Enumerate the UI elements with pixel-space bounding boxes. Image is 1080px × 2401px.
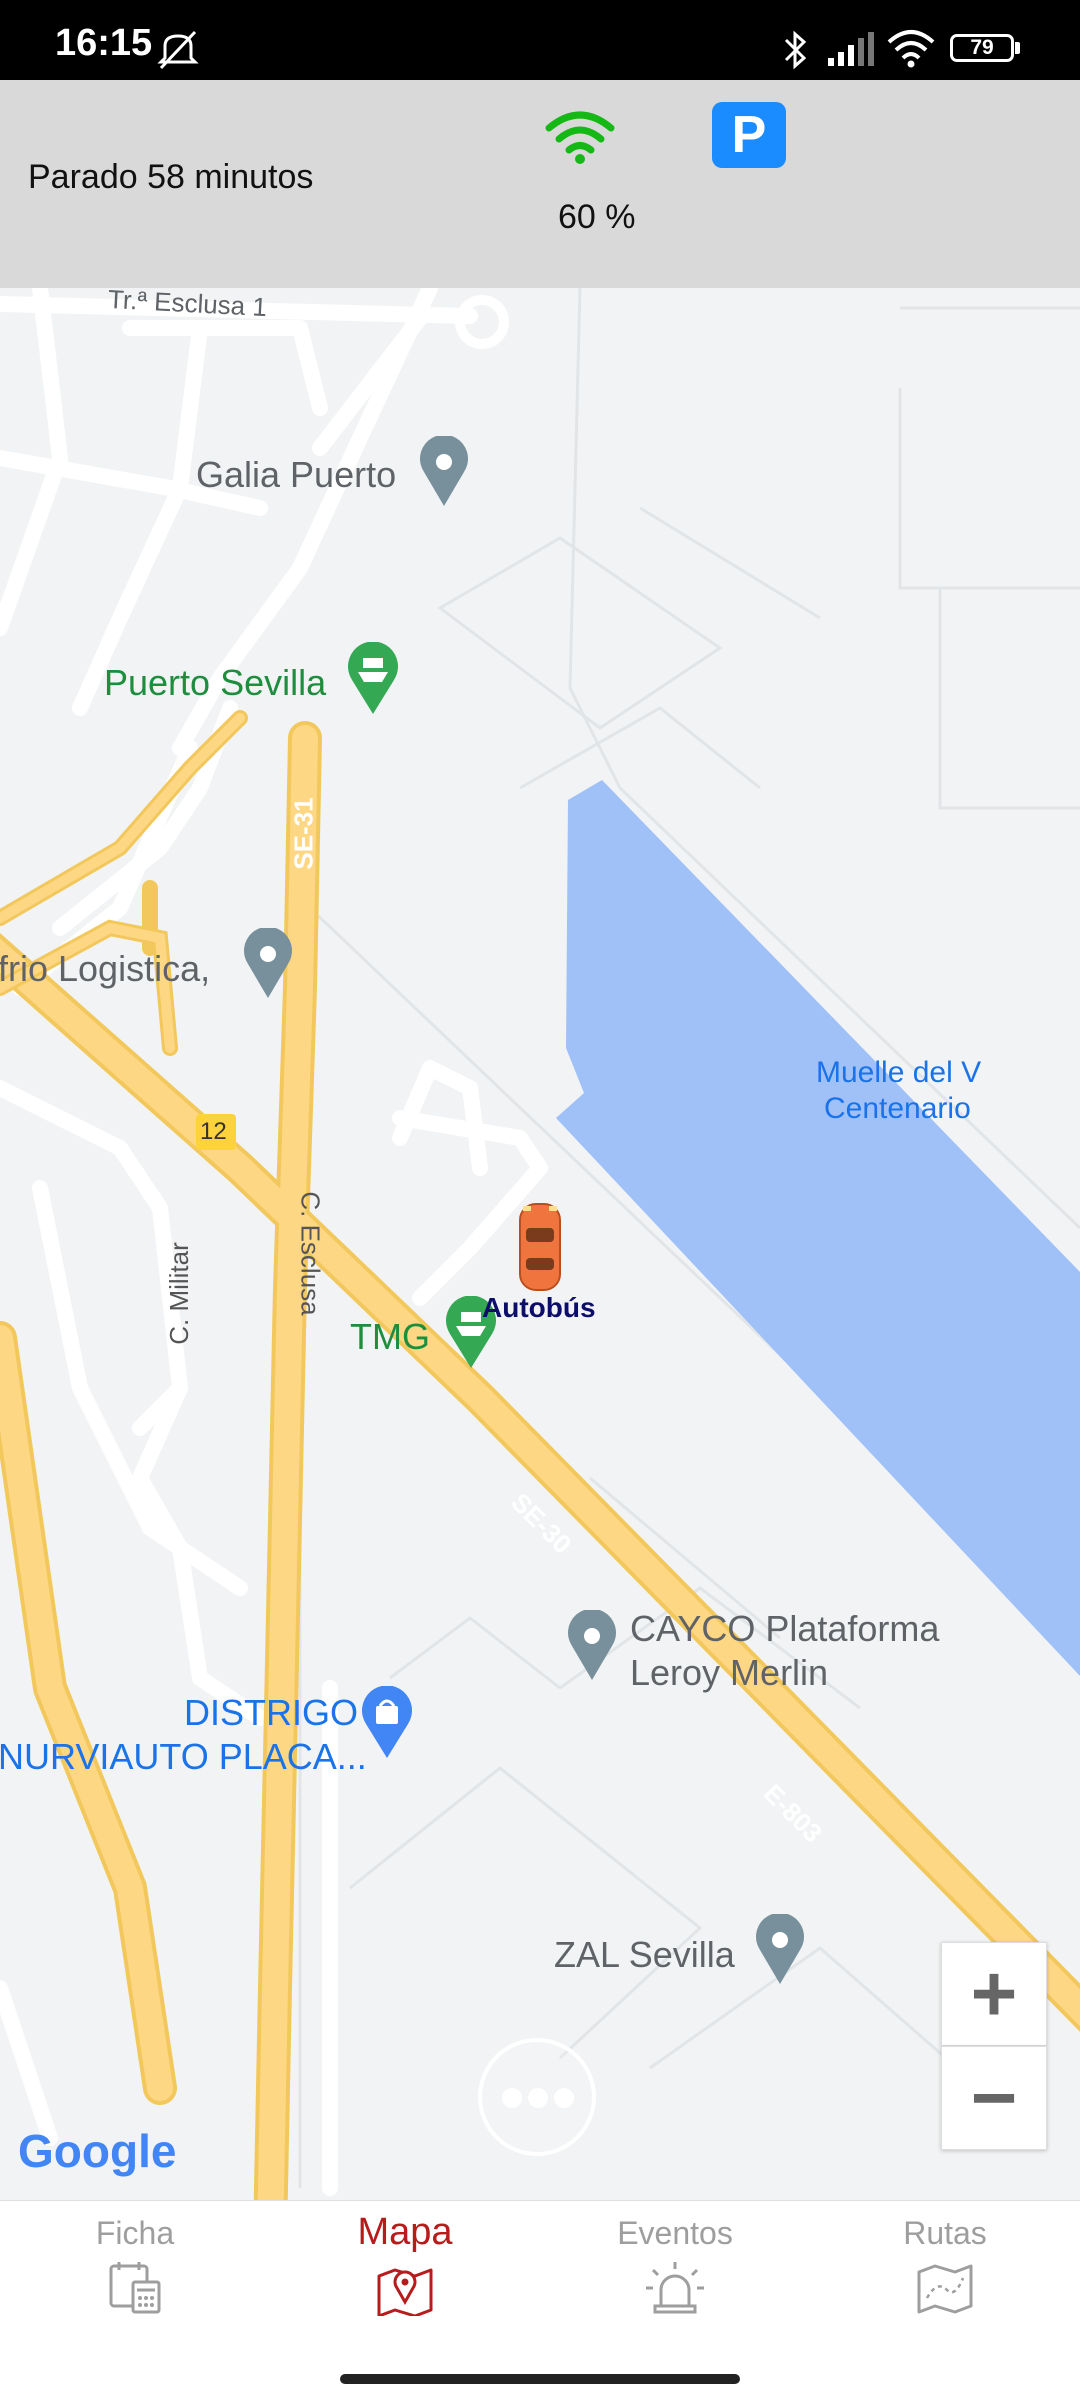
tab-rutas[interactable]: Rutas bbox=[810, 2201, 1080, 2351]
wifi-status-icon bbox=[887, 30, 935, 68]
road-label-se31: SE-31 bbox=[288, 797, 319, 870]
bottom-navigation: Ficha Mapa Eventos Rutas bbox=[0, 2200, 1080, 2401]
google-logo: Google bbox=[18, 2125, 177, 2177]
more-dots-icon bbox=[502, 2088, 574, 2108]
exit-12-label: 12 bbox=[200, 1118, 227, 1145]
zoom-in-button[interactable]: + bbox=[941, 1942, 1047, 2046]
cell-signal-icon bbox=[828, 32, 874, 66]
wifi-signal-icon bbox=[545, 111, 615, 164]
tab-ficha-label: Ficha bbox=[95, 2215, 175, 2251]
tab-mapa-label: Mapa bbox=[357, 2211, 453, 2253]
ferry-pin-icon[interactable] bbox=[346, 642, 400, 716]
route-map-icon bbox=[917, 2264, 973, 2314]
poi-label-cayco-2[interactable]: Leroy Merlin bbox=[630, 1652, 828, 1694]
tab-rutas-label: Rutas bbox=[903, 2215, 987, 2251]
status-bar: 16:15 79 bbox=[0, 0, 1080, 80]
water-label-muelle-1: Muelle del V bbox=[816, 1056, 982, 1089]
place-pin-icon[interactable] bbox=[242, 928, 294, 1000]
street-label-cesclusa: C. Esclusa bbox=[295, 1191, 326, 1316]
poi-label-frio[interactable]: frio Logistica, bbox=[0, 948, 210, 990]
status-time: 16:15 bbox=[55, 22, 153, 64]
map-pin-icon bbox=[377, 2268, 433, 2316]
signal-percentage: 60 % bbox=[558, 198, 636, 236]
poi-label-distrigo[interactable]: DISTRIGO bbox=[184, 1692, 358, 1734]
vehicle-car-icon[interactable] bbox=[514, 1200, 566, 1294]
place-pin-icon[interactable] bbox=[418, 436, 470, 508]
poi-label-galia[interactable]: Galia Puerto bbox=[196, 454, 396, 496]
zoom-out-label: − bbox=[970, 2053, 1018, 2142]
poi-label-nurviauto[interactable]: NURVIAUTO PLACA... bbox=[0, 1736, 367, 1778]
alarm-siren-icon bbox=[646, 2262, 704, 2314]
poi-label-puerto[interactable]: Puerto Sevilla bbox=[104, 662, 326, 704]
poi-label-cayco-1[interactable]: CAYCO Plataforma bbox=[630, 1608, 939, 1650]
more-options-button[interactable] bbox=[478, 2038, 596, 2156]
map-view[interactable]: Tr.ª Esclusa 1 12 SE-31 C. Esclusa C. Mi… bbox=[0, 288, 1080, 2200]
tab-mapa[interactable]: Mapa bbox=[270, 2201, 540, 2351]
tab-ficha[interactable]: Ficha bbox=[0, 2201, 270, 2351]
calendar-calculator-icon bbox=[109, 2262, 161, 2314]
battery-level: 79 bbox=[970, 36, 994, 59]
zoom-out-button[interactable]: − bbox=[941, 2046, 1047, 2150]
bluetooth-icon bbox=[784, 30, 807, 70]
street-label-cmilitar: C. Militar bbox=[163, 1242, 194, 1345]
tab-eventos[interactable]: Eventos bbox=[540, 2201, 810, 2351]
shopping-pin-icon[interactable] bbox=[360, 1686, 414, 1760]
battery-tip bbox=[1015, 42, 1020, 54]
tab-eventos-label: Eventos bbox=[617, 2215, 733, 2251]
place-pin-icon[interactable] bbox=[754, 1914, 806, 1986]
parking-icon: P bbox=[712, 102, 786, 168]
stop-duration-text: Parado 58 minutos bbox=[28, 158, 314, 196]
water-label-muelle-2: Centenario bbox=[824, 1092, 971, 1125]
battery-icon: 79 bbox=[950, 34, 1014, 62]
parking-label: P bbox=[731, 106, 767, 164]
mute-icon bbox=[157, 30, 199, 70]
zoom-in-label: + bbox=[970, 1949, 1018, 2038]
home-indicator[interactable] bbox=[340, 2374, 740, 2384]
vehicle-label[interactable]: Autobús bbox=[482, 1292, 596, 1324]
place-pin-icon[interactable] bbox=[566, 1610, 618, 1682]
poi-label-tmg[interactable]: TMG bbox=[350, 1316, 430, 1358]
vehicle-info-bar: Parado 58 minutos 60 % P bbox=[0, 80, 1080, 288]
poi-label-zal[interactable]: ZAL Sevilla bbox=[554, 1934, 735, 1976]
